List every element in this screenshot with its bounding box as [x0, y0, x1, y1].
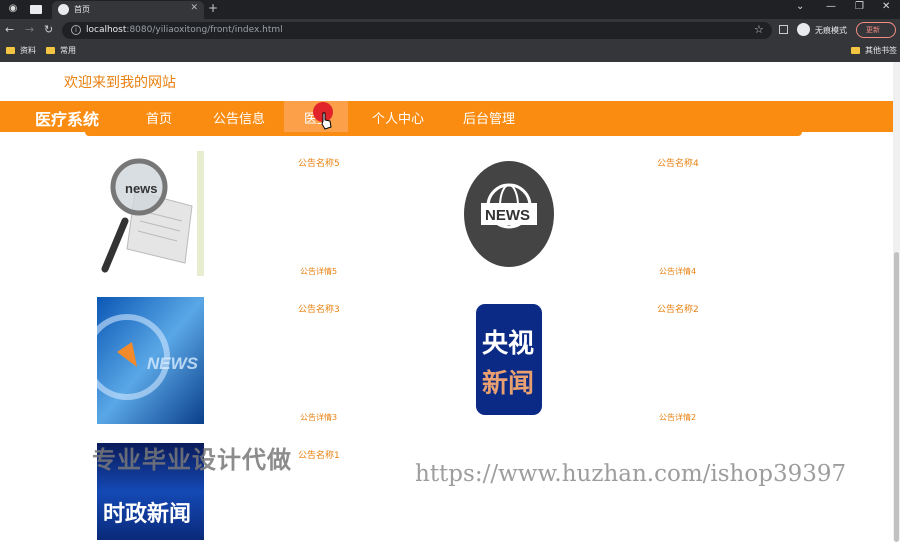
nav-item-profile[interactable]: 个人中心 [372, 108, 424, 127]
new-tab-icon[interactable]: + [208, 1, 218, 15]
nav-item-admin[interactable]: 后台管理 [463, 108, 515, 127]
news-title-1[interactable]: 公告名称1 [298, 448, 340, 461]
site-brand: 医疗系统 [35, 110, 100, 129]
reload-icon[interactable]: ↻ [44, 23, 53, 36]
nav-underline [85, 130, 802, 136]
tab-favicon-icon [58, 4, 69, 15]
incognito-icon[interactable] [797, 23, 810, 36]
minimize-icon[interactable]: — [826, 1, 836, 12]
news-image-4[interactable]: 央视 新闻 [476, 304, 542, 415]
news-title-5[interactable]: 公告名称5 [298, 156, 340, 169]
side-panel-icon[interactable] [779, 25, 788, 34]
news-image-1-text: news [125, 181, 158, 196]
news-image-3[interactable]: NEWS [97, 297, 204, 424]
scrollbar-thumb[interactable] [894, 252, 899, 542]
news-image-1[interactable]: news [97, 151, 204, 276]
news-image-2-text: NEWS [485, 207, 530, 224]
watermark-right: https://www.huzhan.com/ishop39397 [415, 461, 847, 487]
back-icon[interactable]: ← [5, 23, 14, 36]
bookmark-folder-2[interactable]: 常用 [46, 45, 76, 56]
browser-tab-bar: ◉ 首页 ✕ + ⌄ — ❐ ✕ [0, 0, 900, 19]
news-image-4-text-top: 央视 [482, 329, 534, 359]
nav-item-notices[interactable]: 公告信息 [213, 108, 265, 127]
news-detail-5[interactable]: 公告详情5 [300, 266, 337, 277]
folder-icon [6, 47, 15, 54]
news-detail-3[interactable]: 公告详情3 [300, 412, 337, 423]
folder-icon [851, 47, 860, 54]
news-title-3[interactable]: 公告名称3 [298, 302, 340, 315]
bookmarks-bar: 资料 常用 其他书签 [0, 42, 900, 62]
update-button[interactable]: 更新 [856, 22, 896, 38]
close-tab-icon[interactable]: ✕ [190, 3, 198, 13]
address-bar-row: ← → ↻ i localhost:8080/yiliaoxitong/fron… [0, 19, 900, 42]
url-host: localhost [86, 25, 127, 35]
site-info-icon[interactable]: i [71, 25, 81, 35]
tab-group-icon[interactable] [30, 5, 42, 14]
hand-cursor-icon [321, 112, 332, 130]
bookmark-folder-1[interactable]: 资料 [6, 45, 36, 56]
tab-home[interactable]: 首页 ✕ [52, 1, 204, 19]
news-image-2[interactable]: NEWS [463, 160, 555, 268]
chevron-down-icon[interactable]: ⌄ [796, 1, 804, 12]
news-image-4-text-bottom: 新闻 [482, 368, 534, 399]
news-image-5-text: 时政新闻 [103, 501, 191, 527]
incognito-label: 无痕模式 [815, 26, 847, 35]
news-detail-2[interactable]: 公告详情2 [659, 412, 696, 423]
restore-icon[interactable]: ❐ [855, 1, 864, 12]
news-title-4[interactable]: 公告名称4 [657, 156, 699, 169]
news-title-2[interactable]: 公告名称2 [657, 302, 699, 315]
news-detail-4[interactable]: 公告详情4 [659, 266, 696, 277]
url-field[interactable]: i localhost:8080/yiliaoxitong/front/inde… [62, 22, 772, 39]
bookmark-star-icon[interactable]: ☆ [754, 23, 764, 36]
folder-icon [46, 47, 55, 54]
welcome-text: 欢迎来到我的网站 [64, 75, 176, 91]
forward-icon[interactable]: → [25, 23, 34, 36]
browser-menu-icon[interactable]: ◉ [6, 2, 20, 16]
page-scrollbar[interactable] [893, 62, 900, 542]
tab-title: 首页 [74, 5, 90, 14]
main-nav [0, 101, 893, 132]
nav-item-home[interactable]: 首页 [146, 108, 172, 127]
close-window-icon[interactable]: ✕ [882, 1, 890, 12]
news-image-3-text: NEWS [147, 354, 199, 373]
url-path: :8080/yiliaoxitong/front/index.html [126, 25, 283, 35]
other-bookmarks[interactable]: 其他书签 [851, 45, 897, 56]
watermark-left: 专业毕业设计代做 [92, 446, 292, 474]
